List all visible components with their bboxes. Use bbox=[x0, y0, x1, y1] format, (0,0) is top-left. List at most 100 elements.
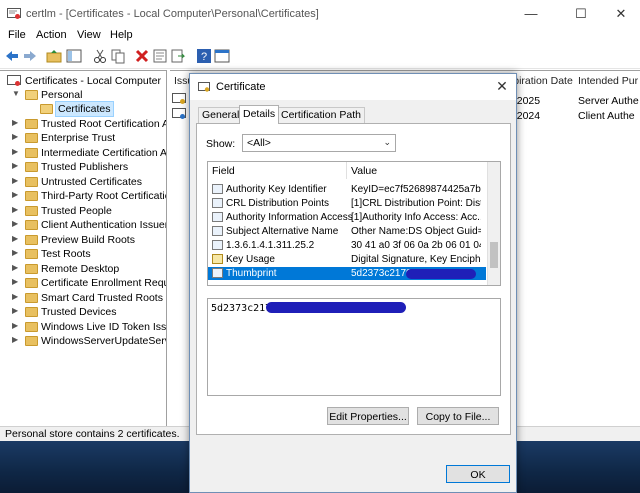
field-value: KeyID=ec7f52689874425a7b... bbox=[351, 184, 481, 195]
field-row-thumbprint[interactable]: Thumbprint 5d2373c2170 bbox=[208, 267, 486, 280]
field-value: [1]CRL Distribution Point: Distr... bbox=[351, 198, 481, 209]
field-value: [1]Authority Info Access: Acc... bbox=[351, 212, 481, 223]
collapsed-arrow-icon[interactable]: ▶ bbox=[12, 264, 20, 272]
chevron-down-icon[interactable]: ⌄ bbox=[383, 137, 391, 148]
collapsed-arrow-icon[interactable]: ▶ bbox=[12, 119, 20, 127]
field-name: Thumbprint bbox=[226, 268, 277, 279]
fields-list[interactable]: Field Value Authority Key Identifier Key… bbox=[207, 161, 501, 286]
field-row[interactable]: Key Usage Digital Signature, Key Enciphe… bbox=[208, 253, 486, 266]
field-value: Other Name:DS Object Guid=... bbox=[351, 226, 481, 237]
folder-icon bbox=[25, 162, 38, 172]
field-row[interactable]: Authority Key Identifier KeyID=ec7f52689… bbox=[208, 183, 486, 196]
certificate-row-icon bbox=[172, 93, 186, 104]
tree-item-label: WindowsServerUpdateService bbox=[41, 335, 166, 347]
collapsed-arrow-icon[interactable]: ▶ bbox=[12, 162, 20, 170]
tree-item-label: Client Authentication Issuers bbox=[41, 219, 167, 231]
collapsed-arrow-icon[interactable]: ▶ bbox=[12, 235, 20, 243]
tab-certification-path[interactable]: Certification Path bbox=[277, 107, 365, 123]
expanded-arrow-icon[interactable]: ▼ bbox=[12, 90, 20, 98]
up-folder-icon[interactable] bbox=[46, 48, 62, 64]
collapsed-arrow-icon[interactable]: ▶ bbox=[12, 177, 20, 185]
console-tree[interactable]: Certificates - Local Computer ▼ Personal… bbox=[0, 70, 167, 428]
menu-view[interactable]: View bbox=[77, 29, 101, 41]
column-expiration-date[interactable]: xpiration Date bbox=[508, 75, 573, 87]
collapsed-arrow-icon[interactable]: ▶ bbox=[12, 206, 20, 214]
collapsed-arrow-icon[interactable]: ▶ bbox=[12, 293, 20, 301]
field-row[interactable]: 1.3.6.1.4.1.311.25.2 30 41 a0 3f 06 0a 2… bbox=[208, 239, 486, 252]
value-detail-box[interactable]: 5d2373c2170 bbox=[207, 298, 501, 396]
help-icon[interactable]: ? bbox=[196, 48, 212, 64]
certificate-dialog: Certificate ✕ General Details Certificat… bbox=[189, 73, 517, 493]
dialog-titlebar[interactable]: Certificate ✕ bbox=[190, 74, 516, 100]
field-icon bbox=[212, 212, 223, 222]
tree-item-label: Smart Card Trusted Roots bbox=[41, 292, 163, 304]
collapsed-arrow-icon[interactable]: ▶ bbox=[12, 249, 20, 257]
folder-icon bbox=[25, 177, 38, 187]
collapsed-arrow-icon[interactable]: ▶ bbox=[12, 148, 20, 156]
copy-icon[interactable] bbox=[110, 48, 126, 64]
folder-icon bbox=[25, 322, 38, 332]
certificate-row-icon bbox=[172, 108, 186, 119]
menubar: File Action View Help bbox=[0, 28, 640, 46]
back-icon[interactable] bbox=[4, 48, 20, 64]
collapsed-arrow-icon[interactable]: ▶ bbox=[12, 133, 20, 141]
collapsed-arrow-icon[interactable]: ▶ bbox=[12, 307, 20, 315]
certificate-app-icon bbox=[7, 8, 21, 19]
titlebar[interactable]: certlm - [Certificates - Local Computer\… bbox=[0, 0, 640, 28]
show-hide-tree-icon[interactable] bbox=[66, 48, 82, 64]
field-name: CRL Distribution Points bbox=[226, 198, 330, 209]
scrollbar-thumb[interactable] bbox=[490, 242, 498, 268]
fields-scrollbar[interactable] bbox=[487, 162, 500, 285]
tab-details[interactable]: Details bbox=[239, 105, 280, 124]
delete-icon[interactable] bbox=[134, 48, 150, 64]
close-icon[interactable]: ✕ bbox=[494, 78, 510, 94]
console-icon[interactable] bbox=[214, 48, 230, 64]
warning-field-icon bbox=[212, 254, 223, 264]
tree-item-label: Intermediate Certification Au bbox=[41, 147, 167, 159]
svg-text:?: ? bbox=[201, 51, 207, 63]
collapsed-arrow-icon[interactable]: ▶ bbox=[12, 336, 20, 344]
minimize-button[interactable]: — bbox=[508, 0, 554, 28]
field-column-header[interactable]: Field bbox=[212, 165, 235, 177]
cut-icon[interactable] bbox=[92, 48, 108, 64]
row-2-purposes[interactable]: Client Authe bbox=[578, 110, 635, 122]
collapsed-arrow-icon[interactable]: ▶ bbox=[12, 322, 20, 330]
toolbar: ? bbox=[0, 46, 640, 69]
export-icon[interactable] bbox=[170, 48, 186, 64]
tree-root-label: Certificates - Local Computer bbox=[25, 75, 161, 87]
folder-open-icon bbox=[25, 90, 38, 100]
copy-to-file-button[interactable]: Copy to File... bbox=[417, 407, 499, 425]
tab-general[interactable]: General bbox=[198, 107, 244, 123]
menu-help[interactable]: Help bbox=[110, 29, 133, 41]
folder-icon bbox=[25, 293, 38, 303]
folder-icon bbox=[25, 148, 38, 158]
show-dropdown[interactable]: <All> ⌄ bbox=[242, 134, 396, 152]
edit-properties-button[interactable]: Edit Properties... bbox=[327, 407, 409, 425]
menu-file[interactable]: File bbox=[8, 29, 26, 41]
tree-item-label: Trusted People bbox=[41, 205, 112, 217]
menu-action[interactable]: Action bbox=[36, 29, 67, 41]
collapsed-arrow-icon[interactable]: ▶ bbox=[12, 220, 20, 228]
field-name: Authority Key Identifier bbox=[226, 184, 327, 195]
tree-item-label: Trusted Publishers bbox=[41, 161, 129, 173]
tree-item-label: Preview Build Roots bbox=[41, 234, 135, 246]
ok-button[interactable]: OK bbox=[446, 465, 510, 483]
column-divider[interactable] bbox=[346, 162, 347, 179]
folder-icon bbox=[25, 191, 38, 201]
collapsed-arrow-icon[interactable]: ▶ bbox=[12, 191, 20, 199]
row-1-purposes[interactable]: Server Authe bbox=[578, 95, 639, 107]
column-intended-purposes[interactable]: Intended Pur bbox=[578, 75, 638, 87]
collapsed-arrow-icon[interactable]: ▶ bbox=[12, 278, 20, 286]
properties-icon[interactable] bbox=[152, 48, 168, 64]
field-row[interactable]: Subject Alternative Name Other Name:DS O… bbox=[208, 225, 486, 238]
folder-icon bbox=[25, 206, 38, 216]
field-icon bbox=[212, 226, 223, 236]
forward-icon[interactable] bbox=[22, 48, 38, 64]
value-column-header[interactable]: Value bbox=[351, 165, 377, 177]
certificate-icon bbox=[198, 82, 210, 92]
field-row[interactable]: CRL Distribution Points [1]CRL Distribut… bbox=[208, 197, 486, 210]
field-row[interactable]: Authority Information Access [1]Authorit… bbox=[208, 211, 486, 224]
certificate-store-icon bbox=[7, 75, 21, 86]
tree-item-label: Trusted Devices bbox=[41, 306, 117, 318]
close-window-button[interactable]: ✕ bbox=[598, 0, 640, 28]
